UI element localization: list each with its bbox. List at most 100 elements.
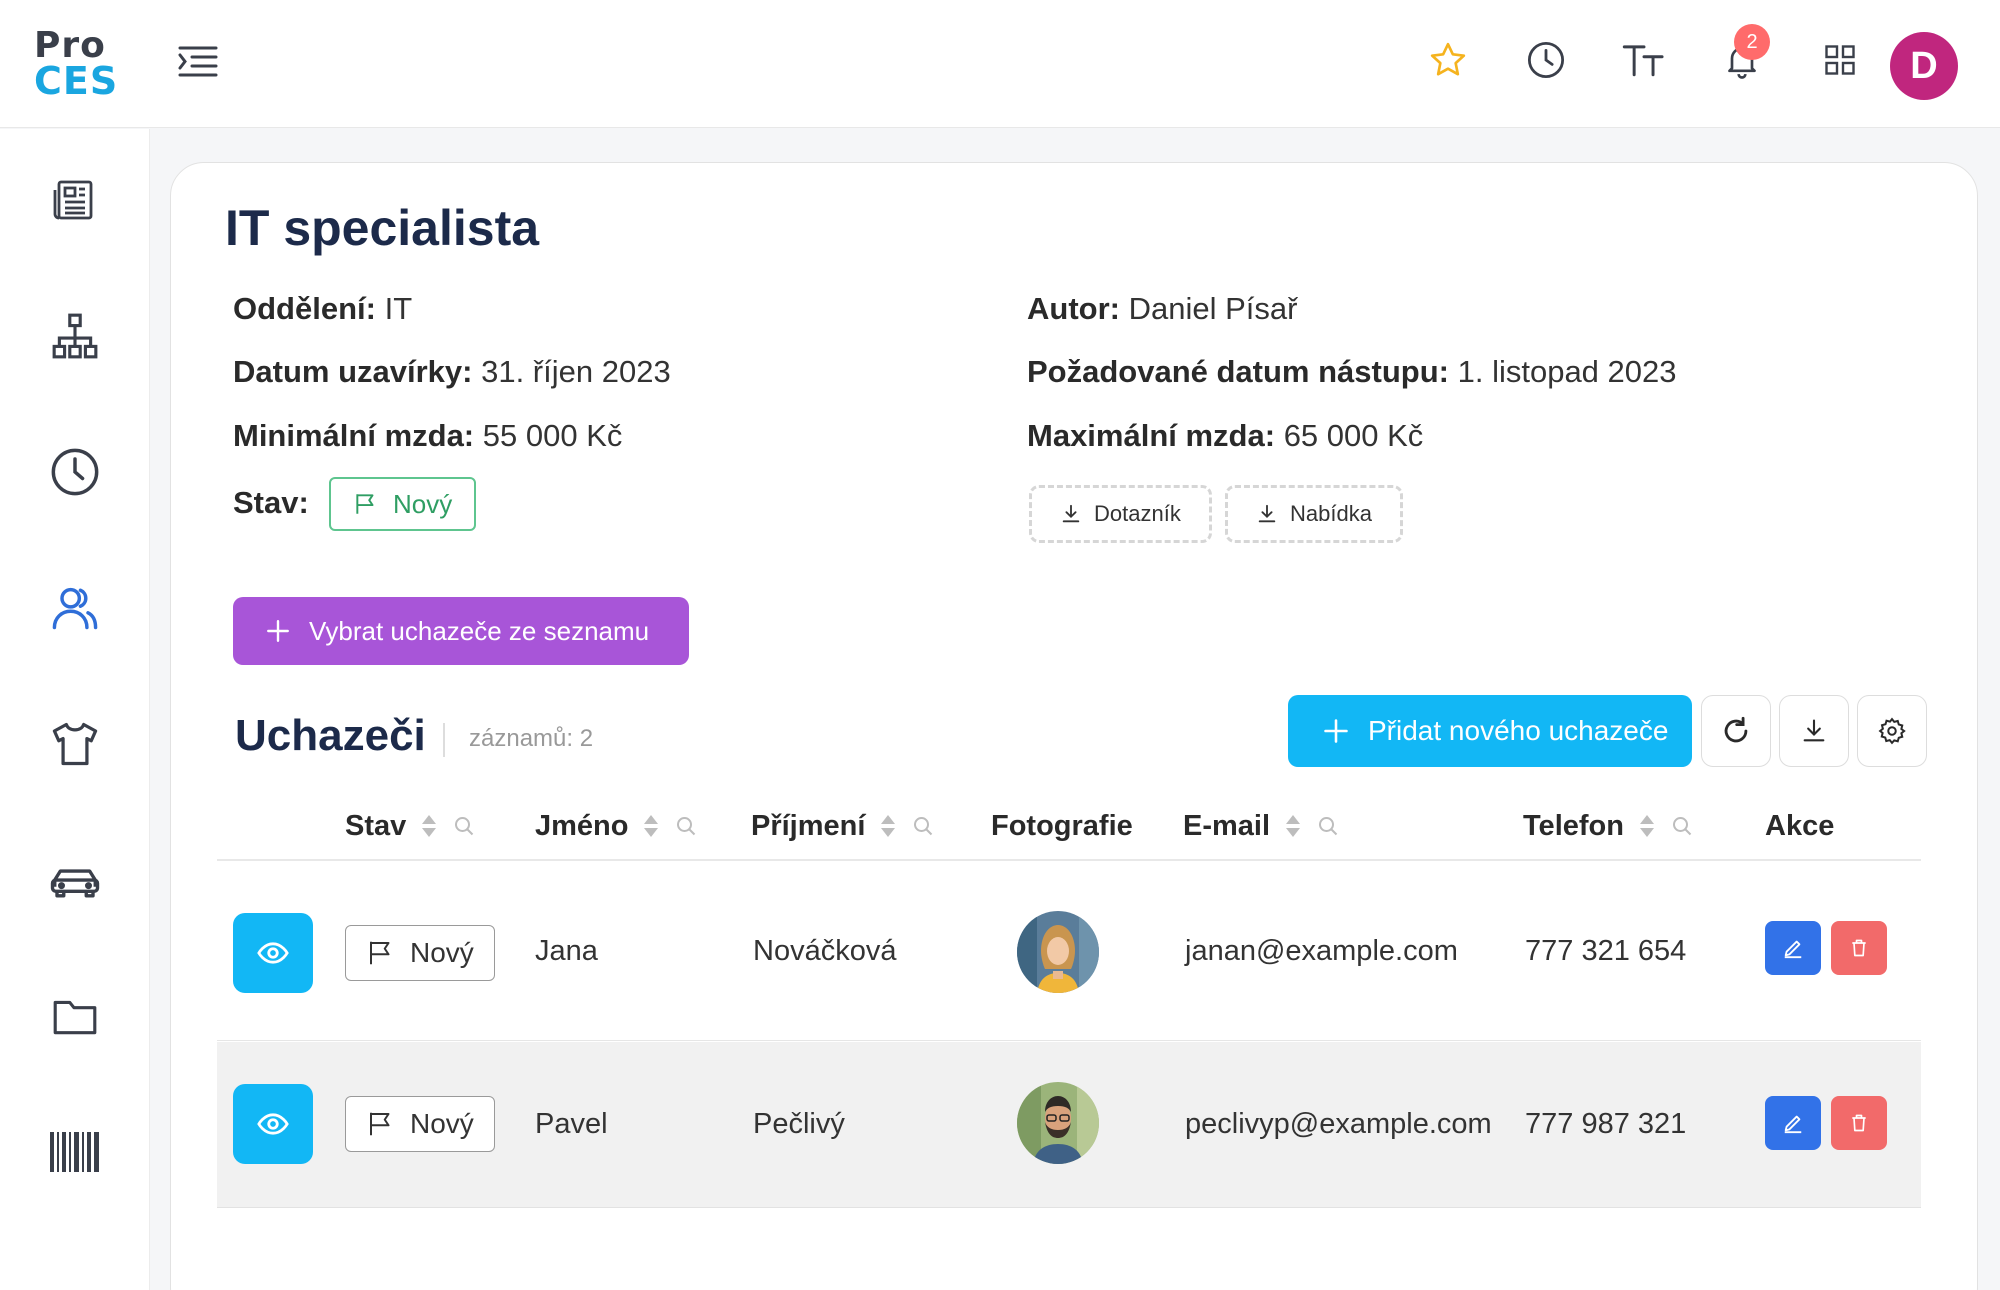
flag-icon xyxy=(370,1112,390,1136)
view-button[interactable] xyxy=(233,1084,313,1164)
download-offer-button[interactable]: Nabídka xyxy=(1225,485,1403,543)
app-logo[interactable]: Pro CES xyxy=(34,28,119,103)
start-date-info: Požadované datum nástupu: 1. listopad 20… xyxy=(1027,354,1677,390)
column-actions-label: Akce xyxy=(1765,809,1835,842)
top-bar: Pro CES 2 D xyxy=(0,0,2000,128)
export-button[interactable] xyxy=(1779,695,1849,767)
status-badge: Nový xyxy=(329,477,477,531)
download-questionnaire-button[interactable]: Dotazník xyxy=(1029,485,1212,543)
sort-icon[interactable] xyxy=(422,813,437,839)
search-icon[interactable] xyxy=(452,814,476,838)
column-last-name-label: Příjmení xyxy=(751,809,866,842)
table-row: Nový Pavel Pečlivý peclivyp@example.com … xyxy=(217,1042,1921,1208)
clock-icon[interactable] xyxy=(40,437,110,507)
search-icon[interactable] xyxy=(911,814,935,838)
delete-button[interactable] xyxy=(1831,1096,1887,1150)
first-name-cell: Jana xyxy=(535,935,598,967)
view-button[interactable] xyxy=(233,913,313,993)
download-offer-label: Nabídka xyxy=(1290,501,1372,526)
search-icon[interactable] xyxy=(1316,814,1340,838)
max-salary-info: Maximální mzda: 65 000 Kč xyxy=(1027,418,1423,454)
notification-badge: 2 xyxy=(1734,24,1770,60)
first-name-cell: Pavel xyxy=(535,1108,608,1140)
car-icon[interactable] xyxy=(40,845,110,915)
email-cell[interactable]: peclivyp@example.com xyxy=(1185,1108,1492,1141)
column-status[interactable]: Stav xyxy=(345,793,476,859)
column-phone-label: Telefon xyxy=(1523,809,1624,842)
email-cell[interactable]: janan@example.com xyxy=(1185,935,1458,968)
logo-line-2: CES xyxy=(34,59,119,103)
eye-icon xyxy=(257,1113,289,1135)
download-icon xyxy=(1062,504,1080,523)
last-name-cell: Nováčková xyxy=(753,935,897,967)
sort-icon[interactable] xyxy=(881,813,896,839)
settings-button[interactable] xyxy=(1857,695,1927,767)
delete-button[interactable] xyxy=(1831,921,1887,975)
refresh-button[interactable] xyxy=(1701,695,1771,767)
select-candidates-button[interactable]: Vybrat uchazeče ze seznamu xyxy=(233,597,689,665)
gear-icon xyxy=(1878,717,1906,745)
column-photo-label: Fotografie xyxy=(991,809,1133,842)
row-status-badge[interactable]: Nový xyxy=(345,925,495,981)
sort-icon[interactable] xyxy=(1286,813,1301,839)
column-last-name[interactable]: Příjmení xyxy=(751,793,935,859)
min-salary-label: Minimální mzda: xyxy=(233,418,475,453)
deadline-value: 31. říjen 2023 xyxy=(481,354,671,389)
sidebar xyxy=(0,129,150,1290)
department-value: IT xyxy=(384,291,413,326)
column-phone[interactable]: Telefon xyxy=(1523,793,1694,859)
users-icon[interactable] xyxy=(40,573,110,643)
bell-icon[interactable]: 2 xyxy=(1710,24,1774,92)
star-icon[interactable] xyxy=(1416,28,1480,92)
user-avatar[interactable]: D xyxy=(1890,32,1958,100)
column-actions: Akce xyxy=(1765,793,1834,859)
text-size-icon[interactable] xyxy=(1612,28,1676,92)
download-icon xyxy=(1258,504,1276,523)
edit-button[interactable] xyxy=(1765,1096,1821,1150)
tshirt-icon[interactable] xyxy=(40,709,110,779)
pencil-icon xyxy=(1784,1115,1802,1134)
department-label: Oddělení: xyxy=(233,291,376,326)
sort-icon[interactable] xyxy=(644,813,659,839)
column-first-name-label: Jméno xyxy=(535,809,629,842)
apps-grid-icon[interactable] xyxy=(1808,28,1872,92)
max-salary-value: 65 000 Kč xyxy=(1283,418,1424,453)
menu-icon[interactable] xyxy=(176,42,220,82)
add-candidate-button[interactable]: Přidat nového uchazeče xyxy=(1288,695,1692,767)
phone-cell: 777 987 321 xyxy=(1525,1108,1687,1140)
trash-icon xyxy=(1852,939,1866,957)
min-salary-value: 55 000 Kč xyxy=(482,418,623,453)
row-status-badge[interactable]: Nový xyxy=(345,1096,495,1152)
history-icon[interactable] xyxy=(1514,28,1578,92)
start-date-value: 1. listopad 2023 xyxy=(1457,354,1677,389)
row-status-value: Nový xyxy=(410,937,474,968)
search-icon[interactable] xyxy=(674,814,698,838)
newspaper-icon[interactable] xyxy=(40,165,110,235)
barcode-icon[interactable] xyxy=(40,1117,110,1187)
refresh-icon xyxy=(1724,716,1748,743)
column-first-name[interactable]: Jméno xyxy=(535,793,698,859)
column-photo: Fotografie xyxy=(991,793,1133,859)
deadline-label: Datum uzavírky: xyxy=(233,354,473,389)
download-questionnaire-label: Dotazník xyxy=(1094,501,1181,526)
department-info: Oddělení: IT xyxy=(233,291,412,327)
org-chart-icon[interactable] xyxy=(40,301,110,371)
folder-icon[interactable] xyxy=(40,981,110,1051)
column-status-label: Stav xyxy=(345,809,407,842)
column-email[interactable]: E-mail xyxy=(1183,793,1340,859)
select-candidates-label: Vybrat uchazeče ze seznamu xyxy=(309,615,650,646)
author-info: Autor: Daniel Písař xyxy=(1027,291,1297,327)
records-count: záznamů: 2 xyxy=(469,725,594,752)
start-date-label: Požadované datum nástupu: xyxy=(1027,354,1449,389)
phone-cell: 777 321 654 xyxy=(1525,935,1687,967)
candidate-photo xyxy=(1017,1082,1099,1164)
table-row: Nový Jana Nováčková janan@example.com 77… xyxy=(217,863,1921,1041)
add-candidate-label: Přidat nového uchazeče xyxy=(1368,715,1669,746)
edit-button[interactable] xyxy=(1765,921,1821,975)
column-email-label: E-mail xyxy=(1183,809,1271,842)
min-salary-info: Minimální mzda: 55 000 Kč xyxy=(233,418,622,454)
pencil-icon xyxy=(1784,940,1802,959)
sort-icon[interactable] xyxy=(1639,813,1654,839)
download-icon xyxy=(1803,719,1825,742)
search-icon[interactable] xyxy=(1670,814,1694,838)
